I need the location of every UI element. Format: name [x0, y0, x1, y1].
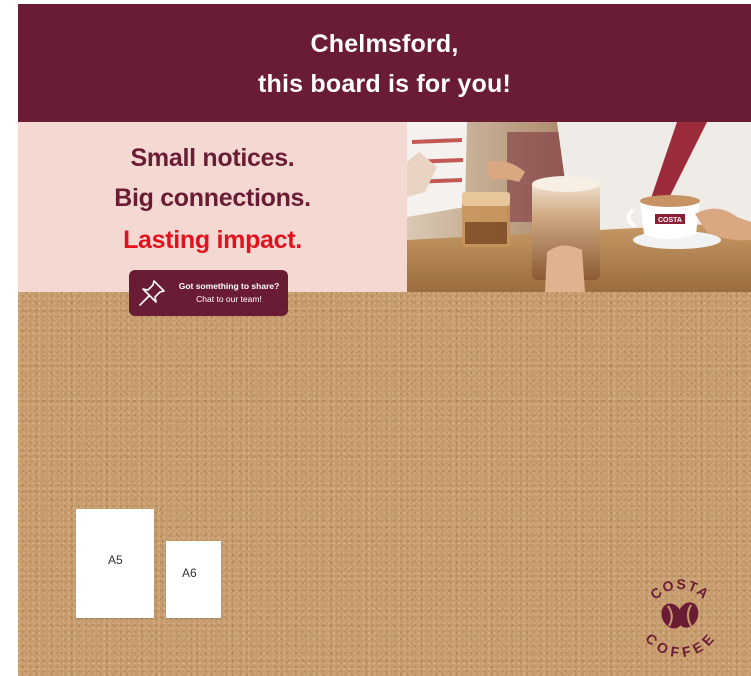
- share-cta-button[interactable]: Got something to share? Chat to our team…: [129, 270, 288, 316]
- pushpin-icon: [139, 280, 165, 306]
- promo-line-big-connections: Big connections.: [114, 184, 311, 212]
- notice-size-label: A5: [108, 553, 123, 567]
- promo-panel: Small notices. Big connections. Lasting …: [18, 122, 407, 316]
- cta-subtitle: Chat to our team!: [196, 294, 262, 304]
- svg-text:COSTA: COSTA: [647, 576, 713, 603]
- header-banner: Chelmsford, this board is for you!: [18, 4, 751, 122]
- notice-slot-a6[interactable]: A6: [166, 541, 221, 618]
- logo-top-text: COSTA: [647, 576, 712, 603]
- notice-slot-a5[interactable]: A5: [76, 509, 154, 618]
- logo-bottom-text: COFFEE: [642, 630, 716, 660]
- notice-board: Chelmsford, this board is for you! Small…: [18, 4, 751, 676]
- coffee-beans-icon: [661, 602, 699, 629]
- cork-board: A5 A6 COSTA COFFEE: [18, 292, 751, 676]
- cafe-photo: COSTA: [407, 122, 751, 292]
- header-title-line2: this board is for you!: [257, 70, 512, 98]
- cta-title: Got something to share?: [178, 281, 280, 291]
- promo-line-small-notices: Small notices.: [130, 144, 295, 172]
- costa-coffee-logo: COSTA COFFEE: [642, 576, 718, 660]
- notice-size-label: A6: [182, 566, 197, 580]
- cup-brand-label: COSTA: [658, 217, 682, 224]
- promo-line-lasting-impact: Lasting impact.: [123, 226, 302, 254]
- svg-text:COFFEE: COFFEE: [642, 630, 718, 660]
- header-title-line1: Chelmsford,: [310, 30, 459, 58]
